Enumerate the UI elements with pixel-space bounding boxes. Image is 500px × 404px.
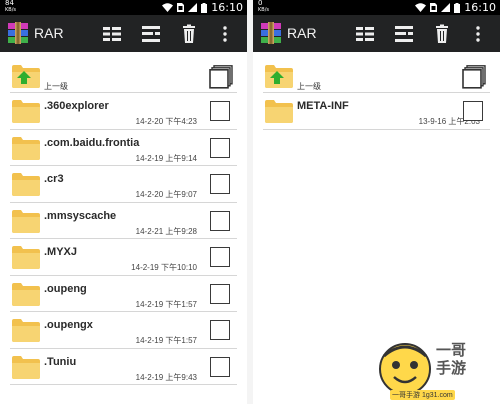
list-item[interactable]: .oupengx 14-2-19 下午1:57 — [0, 312, 247, 349]
archive-view-icon[interactable] — [394, 24, 414, 44]
parent-folder-row[interactable]: 上一级 — [0, 52, 247, 93]
app-title: RAR — [287, 25, 317, 41]
file-name: .360explorer — [44, 100, 109, 112]
network-speed: 84 KB/s — [5, 0, 16, 13]
watermark-url: 一哥手游 1g31.com — [390, 390, 455, 400]
file-date: 14-2-19 下午1:57 — [135, 299, 197, 309]
delete-icon[interactable] — [432, 24, 452, 44]
watermark: 一哥 手游 一哥手游 1g31.com — [376, 338, 496, 400]
list-item[interactable]: .360explorer 14-2-20 下午4:23 — [0, 93, 247, 130]
file-date: 14-2-19 下午1:57 — [135, 336, 197, 345]
item-checkbox[interactable] — [210, 174, 230, 194]
file-list: 上一级 .360explorer 14-2-20 下午4:23 .com.bai… — [0, 52, 247, 404]
item-checkbox[interactable] — [210, 210, 230, 231]
clock: 16:10 — [211, 1, 243, 14]
app-title: RAR — [34, 25, 64, 41]
select-all-icon[interactable] — [209, 65, 233, 89]
file-date: 14-2-21 上午9:28 — [135, 226, 197, 236]
file-name: .cr3 — [44, 173, 64, 185]
item-checkbox[interactable] — [210, 356, 230, 377]
file-name: .oupengx — [44, 319, 93, 331]
file-name: .oupeng — [44, 282, 87, 295]
folder-icon — [12, 355, 40, 379]
list-item[interactable]: .mmsyscache 14-2-21 上午9:28 — [0, 203, 247, 239]
action-bar: RAR — [253, 15, 500, 52]
item-checkbox[interactable] — [210, 283, 230, 304]
folder-up-icon — [265, 65, 293, 88]
sim-icon — [430, 3, 438, 12]
item-checkbox[interactable] — [210, 101, 230, 121]
rar-logo-icon — [8, 22, 28, 44]
folder-icon — [12, 100, 40, 123]
clock: 16:10 — [464, 1, 496, 14]
file-name: .mmsyscache — [44, 209, 117, 222]
row-divider — [10, 384, 237, 385]
item-checkbox[interactable] — [210, 247, 230, 267]
status-icons: 16:10 — [415, 1, 496, 14]
file-name: .com.baidu.frontia — [44, 136, 140, 149]
item-checkbox[interactable] — [463, 101, 483, 121]
wifi-icon — [162, 3, 174, 12]
status-icons: 16:10 — [162, 1, 243, 14]
item-checkbox[interactable] — [210, 137, 230, 158]
file-name: .MYXJ — [44, 246, 78, 258]
file-date: 14-2-19 下午10:10 — [131, 263, 197, 272]
folder-icon — [12, 319, 40, 342]
list-item[interactable]: .oupeng 14-2-19 下午1:57 — [0, 276, 247, 312]
list-item[interactable]: .Tuniu 14-2-19 上午9:43 — [0, 349, 247, 385]
file-date: 14-2-19 上午9:14 — [135, 153, 197, 163]
folder-up-icon — [12, 65, 40, 88]
item-checkbox[interactable] — [210, 320, 230, 340]
status-bar: 0 KB/s 16:10 — [253, 0, 500, 15]
network-speed-unit: KB/s — [5, 7, 16, 13]
battery-icon — [454, 2, 461, 13]
file-date: 14-2-19 上午9:43 — [135, 372, 197, 382]
parent-folder-label: 上一级 — [297, 82, 321, 91]
row-divider — [263, 128, 490, 130]
network-speed-value: 84 — [5, 0, 14, 7]
delete-icon[interactable] — [179, 24, 199, 44]
watermark-brand: 一哥 手游 — [436, 342, 467, 377]
folder-icon — [12, 246, 40, 269]
archive-view-icon[interactable] — [141, 24, 161, 44]
file-date: 14-2-20 上午9:07 — [135, 190, 197, 199]
folder-icon — [12, 173, 40, 196]
wifi-icon — [415, 3, 427, 12]
network-speed-value: 0 — [258, 0, 263, 7]
status-bar: 84 KB/s 16:10 — [0, 0, 247, 15]
extract-list-icon[interactable] — [102, 24, 122, 44]
network-speed-unit: KB/s — [258, 7, 269, 13]
folder-icon — [12, 136, 40, 160]
extract-list-icon[interactable] — [355, 24, 375, 44]
signal-icon — [441, 3, 451, 12]
folder-icon — [12, 282, 40, 306]
rar-logo-icon — [261, 22, 281, 44]
file-name: META-INF — [297, 100, 349, 112]
overflow-menu-icon[interactable] — [473, 24, 483, 44]
action-bar: RAR — [0, 15, 247, 52]
list-item[interactable]: META-INF 13-9-16 上午2:03 — [253, 93, 500, 130]
folder-icon — [265, 100, 293, 123]
list-item[interactable]: .cr3 14-2-20 上午9:07 — [0, 166, 247, 203]
list-item[interactable]: .MYXJ 14-2-19 下午10:10 — [0, 239, 247, 276]
file-name: .Tuniu — [44, 355, 77, 368]
sim-icon — [177, 3, 185, 12]
signal-icon — [188, 3, 198, 12]
left-screen: 84 KB/s 16:10 RAR 上一级 .360explorer 14-2-… — [0, 0, 247, 404]
folder-icon — [12, 209, 40, 233]
battery-icon — [201, 2, 208, 13]
file-date: 14-2-20 下午4:23 — [135, 117, 197, 126]
list-item[interactable]: .com.baidu.frontia 14-2-19 上午9:14 — [0, 130, 247, 166]
parent-folder-label: 上一级 — [44, 82, 68, 91]
parent-folder-row[interactable]: 上一级 — [253, 52, 500, 93]
select-all-icon[interactable] — [462, 65, 486, 89]
overflow-menu-icon[interactable] — [220, 24, 230, 44]
network-speed: 0 KB/s — [258, 0, 269, 13]
